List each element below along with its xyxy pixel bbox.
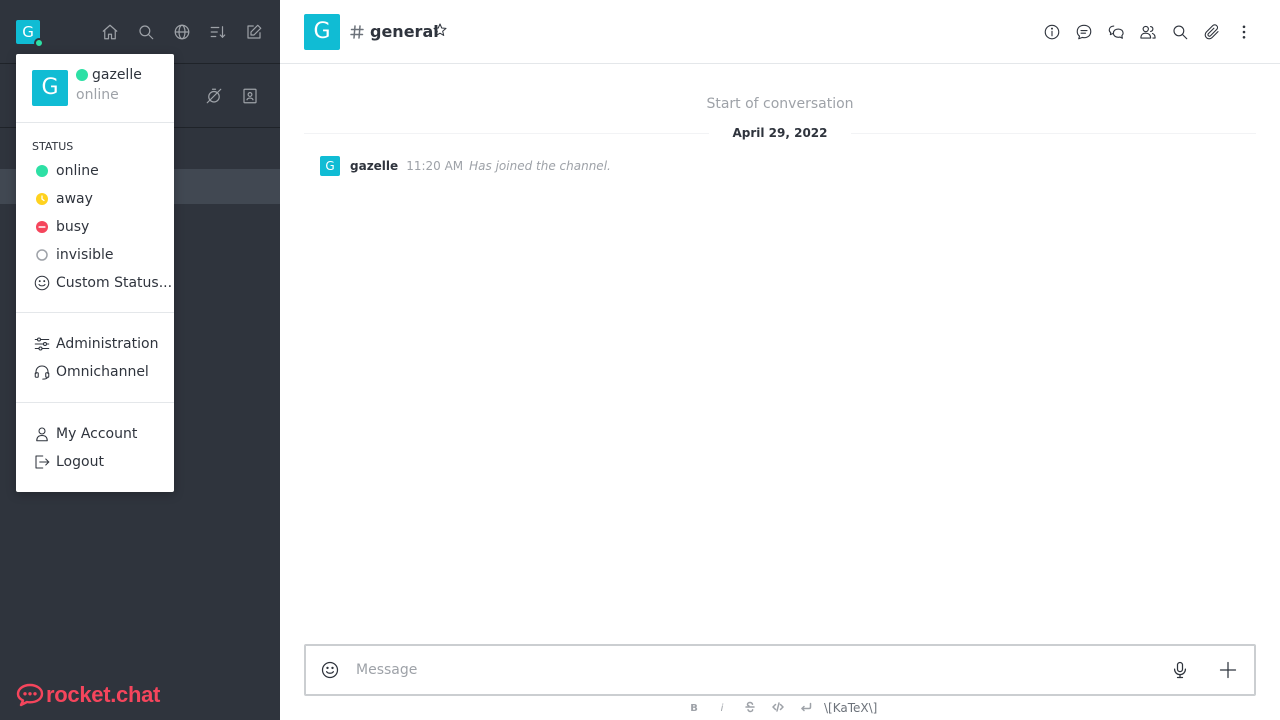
logo-text: rocket.chat [46, 682, 161, 707]
user-icon [32, 424, 52, 444]
formatting-toolbar: B i \[KaTeX\] [680, 700, 877, 716]
globe-icon[interactable] [164, 20, 200, 44]
search-icon[interactable] [1164, 20, 1196, 44]
status-section: Status online away busy invisible [16, 123, 174, 313]
custom-status-label: Custom Status... [56, 275, 173, 291]
favorite-star-icon[interactable] [432, 22, 450, 40]
code-icon[interactable] [764, 701, 792, 716]
user-status-text: online [76, 87, 119, 103]
status-busy-item[interactable]: busy [16, 213, 174, 241]
emoji-picker-icon[interactable] [320, 660, 340, 680]
message-input[interactable] [356, 658, 1146, 682]
user-avatar[interactable]: G [16, 20, 44, 48]
sort-icon[interactable] [200, 20, 236, 44]
home-icon[interactable] [92, 20, 128, 44]
omnichannel-item[interactable]: Omnichannel [16, 358, 174, 386]
status-busy-label: busy [56, 219, 90, 235]
user-menu: G gazelle online Status online away busy [16, 54, 174, 492]
info-icon[interactable] [1036, 20, 1068, 44]
attachment-icon[interactable] [1196, 20, 1228, 44]
discussion-icon[interactable] [1068, 20, 1100, 44]
katex-button[interactable]: \[KaTeX\] [824, 701, 877, 715]
room-avatar: G [304, 14, 340, 50]
status-online-item[interactable]: online [16, 157, 174, 185]
username: gazelle [92, 67, 142, 83]
headset-icon [32, 362, 52, 382]
away-clock-icon [32, 189, 52, 209]
message-composer [304, 644, 1256, 696]
logout-item[interactable]: Logout [16, 448, 174, 476]
status-online-label: online [56, 163, 99, 179]
status-away-label: away [56, 191, 93, 207]
kebab-menu-icon[interactable] [1228, 20, 1260, 44]
custom-status-item[interactable]: Custom Status... [16, 269, 174, 297]
omnichannel-label: Omnichannel [56, 364, 149, 380]
italic-button[interactable]: i [708, 703, 736, 714]
date-separator: April 29, 2022 [304, 124, 1256, 142]
members-icon[interactable] [1132, 20, 1164, 44]
plus-icon[interactable] [1218, 660, 1238, 680]
logout-label: Logout [56, 454, 104, 470]
administration-item[interactable]: Administration [16, 330, 174, 358]
main-content: G general Start of conversation April 29… [280, 0, 1280, 720]
room-header: G general [280, 0, 1280, 64]
contact-center-icon[interactable] [232, 84, 268, 108]
logout-icon [32, 452, 52, 472]
create-new-icon[interactable] [236, 20, 272, 44]
start-of-conversation: Start of conversation [706, 96, 854, 112]
room-title: general [370, 22, 439, 41]
invisible-ring-icon [32, 245, 52, 265]
rocket-chat-logo: rocket.chat [16, 682, 160, 708]
omnichannel-unavailable-icon[interactable] [196, 84, 232, 108]
message-avatar[interactable]: G [320, 156, 340, 176]
microphone-icon[interactable] [1170, 660, 1190, 680]
smiley-icon [32, 273, 52, 293]
online-dot-icon [32, 161, 52, 181]
channel-hash-icon [349, 20, 365, 44]
message-item[interactable]: G gazelle 11:20 AM Has joined the channe… [320, 156, 611, 176]
my-account-item[interactable]: My Account [16, 420, 174, 448]
user-avatar-letter: G [22, 23, 34, 41]
bold-button[interactable]: B [680, 703, 708, 714]
online-status-dot [76, 69, 88, 81]
threads-icon[interactable] [1100, 20, 1132, 44]
message-timestamp: 11:20 AM [406, 159, 464, 173]
multiline-icon[interactable] [792, 701, 820, 716]
my-account-label: My Account [56, 426, 138, 442]
account-section: My Account Logout [16, 403, 174, 476]
status-invisible-label: invisible [56, 247, 114, 263]
administration-label: Administration [56, 336, 159, 352]
sliders-icon [32, 334, 52, 354]
admin-section: Administration Omnichannel [16, 313, 174, 403]
rocket-chat-logo-icon [16, 683, 44, 707]
directory-search-icon[interactable] [128, 20, 164, 44]
date-separator-line [851, 133, 1256, 134]
status-invisible-item[interactable]: invisible [16, 241, 174, 269]
online-status-dot [34, 38, 44, 48]
message-username[interactable]: gazelle [350, 159, 398, 173]
user-menu-avatar: G [32, 70, 68, 106]
status-away-item[interactable]: away [16, 185, 174, 213]
busy-minus-icon [32, 217, 52, 237]
strikethrough-icon[interactable] [736, 701, 764, 716]
user-menu-header: G gazelle online [16, 54, 174, 123]
room-header-actions [1036, 20, 1260, 44]
message-text: Has joined the channel. [469, 159, 611, 173]
status-section-title: Status [32, 140, 74, 153]
